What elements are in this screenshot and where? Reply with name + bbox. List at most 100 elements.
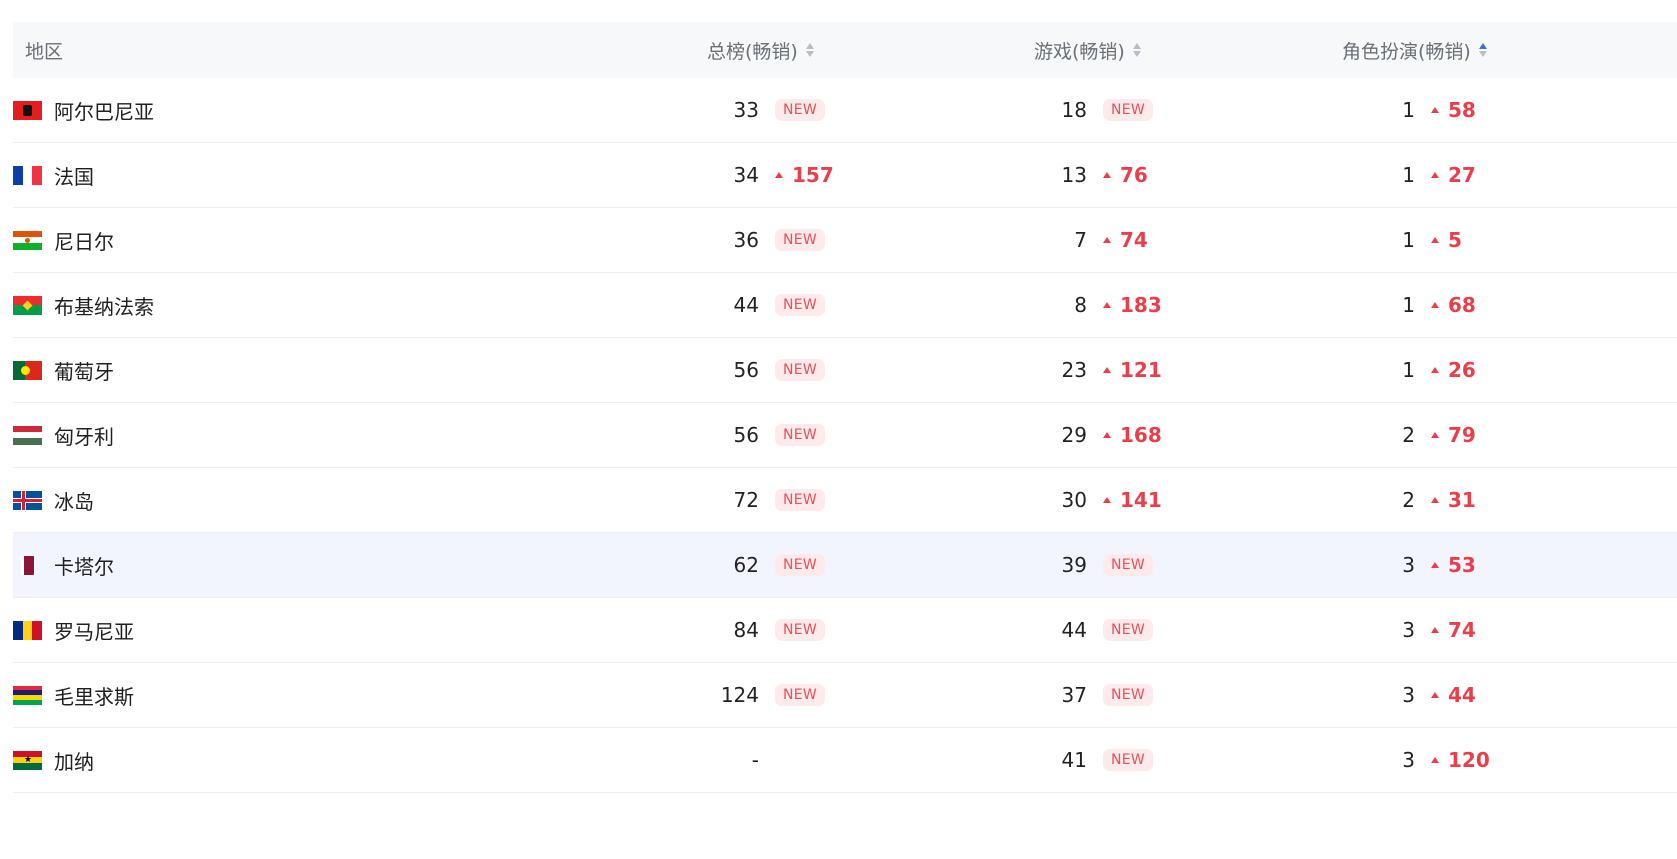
region-cell: 阿尔巴尼亚: [13, 78, 154, 142]
rpg-rank-up: 79: [1431, 403, 1476, 467]
rpg-rank: 2: [1402, 488, 1415, 512]
rank-change: 5: [1431, 228, 1462, 252]
region-name: 加纳: [54, 749, 94, 774]
rank-change-value: 44: [1448, 683, 1476, 707]
games-new-badge: NEW: [1103, 728, 1154, 792]
col-overall-header[interactable]: 总榜(畅销): [707, 22, 814, 78]
arrow-up-icon: [1103, 497, 1111, 503]
rpg-rank: 3: [1402, 748, 1415, 772]
rank-change-value: 53: [1448, 553, 1476, 577]
arrow-up-icon: [1431, 692, 1439, 698]
games-rank-up: 76: [1103, 143, 1148, 207]
rank-change: 157: [775, 163, 834, 187]
overall-new-badge: NEW: [775, 338, 826, 402]
col-games-header[interactable]: 游戏(畅销): [1034, 22, 1141, 78]
overall-rank: 33: [733, 98, 759, 122]
rank-change: 74: [1103, 228, 1148, 252]
table-row[interactable]: 罗马尼亚 84 NEW 44 NEW 3 74: [13, 598, 1677, 663]
rpg-rank-up: 68: [1431, 273, 1476, 337]
table-row[interactable]: 阿尔巴尼亚 33 NEW 18 NEW 1 58: [13, 78, 1677, 143]
table-row[interactable]: 尼日尔 36 NEW 7 74 1 5: [13, 208, 1677, 273]
rpg-rank-up: 26: [1431, 338, 1476, 402]
france-flag-icon: [13, 165, 42, 185]
overall-rank: 56: [733, 358, 759, 382]
rank-change: 183: [1103, 293, 1162, 317]
overall-rank: 36: [733, 228, 759, 252]
overall-rank: 56: [733, 423, 759, 447]
table-row[interactable]: 冰岛 72 NEW 30 141 2 31: [13, 468, 1677, 533]
new-badge-label: NEW: [1103, 99, 1154, 121]
rpg-rank-up: 5: [1431, 208, 1462, 272]
rank-change: 121: [1103, 358, 1162, 382]
overall-rank: 84: [733, 618, 759, 642]
games-new-badge: NEW: [1103, 533, 1154, 597]
iceland-flag-icon: [13, 490, 42, 510]
games-rank: 7: [1074, 228, 1087, 252]
col-region-header: 地区: [25, 22, 63, 78]
games-rank: 37: [1061, 683, 1087, 707]
arrow-up-icon: [1103, 302, 1111, 308]
rank-change-value: 58: [1448, 98, 1476, 122]
games-rank-up: 121: [1103, 338, 1162, 402]
rank-change-value: 27: [1448, 163, 1476, 187]
new-badge-label: NEW: [1103, 749, 1154, 771]
region-cell: ★ 加纳: [13, 728, 94, 792]
sort-icon[interactable]: [805, 43, 814, 57]
table-row[interactable]: 法国 34 157 13 76 1 27: [13, 143, 1677, 208]
table-row[interactable]: 匈牙利 56 NEW 29 168 2 79: [13, 403, 1677, 468]
arrow-up-icon: [1103, 237, 1111, 243]
rank-change-value: 74: [1448, 618, 1476, 642]
games-rank-up: 183: [1103, 273, 1162, 337]
albania-flag-icon: [13, 100, 42, 120]
arrow-up-icon: [1431, 432, 1439, 438]
overall-rank: 62: [733, 553, 759, 577]
overall-rank: -: [751, 748, 759, 772]
rpg-rank-up: 58: [1431, 78, 1476, 142]
rank-change-value: 183: [1120, 293, 1162, 317]
rank-change: 53: [1431, 553, 1476, 577]
rpg-rank: 1: [1402, 228, 1415, 252]
region-cell: 罗马尼亚: [13, 598, 134, 662]
region-cell: 葡萄牙: [13, 338, 114, 402]
overall-new-badge: NEW: [775, 468, 826, 532]
arrow-up-icon: [1431, 107, 1439, 113]
table-row[interactable]: 卡塔尔 62 NEW 39 NEW 3 53: [13, 533, 1677, 598]
games-new-badge: NEW: [1103, 663, 1154, 727]
table-header: 地区 总榜(畅销) 游戏(畅销) 角色扮演(畅销): [13, 22, 1677, 78]
table-body: 阿尔巴尼亚 33 NEW 18 NEW 1 58 法国 34 157 13 76 1 27 尼日尔 36 NEW…: [13, 78, 1677, 793]
overall-new-badge: NEW: [775, 78, 826, 142]
rank-change-value: 168: [1120, 423, 1162, 447]
table-row[interactable]: ★ 加纳 - 41 NEW 3 120: [13, 728, 1677, 793]
rank-change: 31: [1431, 488, 1476, 512]
new-badge-label: NEW: [1103, 619, 1154, 641]
region-name: 毛里求斯: [54, 684, 134, 709]
rpg-rank-up: 53: [1431, 533, 1476, 597]
rpg-rank: 1: [1402, 358, 1415, 382]
table-row[interactable]: 布基纳法索 44 NEW 8 183 1 68: [13, 273, 1677, 338]
col-rpg-header[interactable]: 角色扮演(畅销): [1342, 22, 1487, 78]
sort-icon[interactable]: [1132, 43, 1141, 57]
overall-new-badge: NEW: [775, 273, 826, 337]
table-row[interactable]: 毛里求斯 124 NEW 37 NEW 3 44: [13, 663, 1677, 728]
games-rank: 13: [1061, 163, 1087, 187]
rank-change: 27: [1431, 163, 1476, 187]
overall-rank: 44: [733, 293, 759, 317]
niger-flag-icon: [13, 230, 42, 250]
rank-change: 168: [1103, 423, 1162, 447]
sort-asc-icon[interactable]: [1478, 43, 1487, 57]
romania-flag-icon: [13, 620, 42, 640]
new-badge-label: NEW: [1103, 684, 1154, 706]
new-badge-label: NEW: [775, 294, 826, 316]
rank-change: 76: [1103, 163, 1148, 187]
rpg-rank: 1: [1402, 163, 1415, 187]
hungary-flag-icon: [13, 425, 42, 445]
rank-change: 120: [1431, 748, 1490, 772]
new-badge-label: NEW: [775, 99, 826, 121]
rpg-rank: 2: [1402, 423, 1415, 447]
region-cell: 法国: [13, 143, 94, 207]
rank-change-value: 68: [1448, 293, 1476, 317]
rpg-rank-up: 44: [1431, 663, 1476, 727]
games-rank-up: 141: [1103, 468, 1162, 532]
table-row[interactable]: 葡萄牙 56 NEW 23 121 1 26: [13, 338, 1677, 403]
region-name: 罗马尼亚: [54, 619, 134, 644]
